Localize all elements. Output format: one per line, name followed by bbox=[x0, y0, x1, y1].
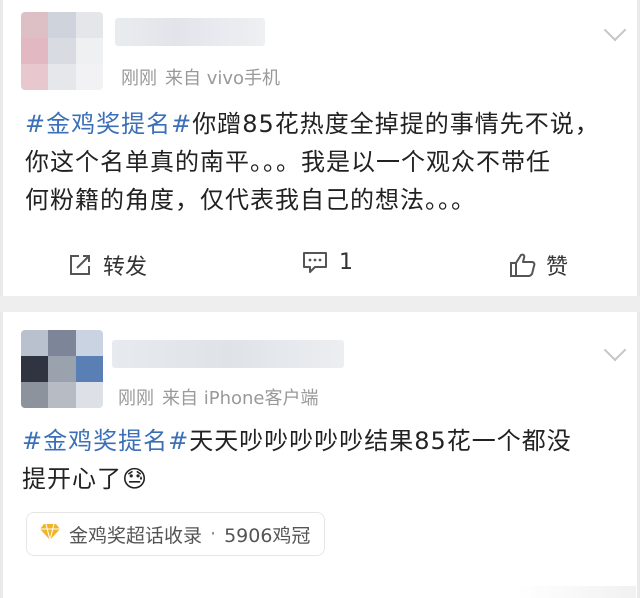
post-time: 刚刚 bbox=[121, 68, 157, 89]
username-blurred[interactable] bbox=[112, 340, 344, 368]
thumbs-up-icon bbox=[508, 252, 536, 278]
share-edit-icon bbox=[67, 252, 93, 278]
avatar[interactable] bbox=[21, 330, 103, 408]
supertopic-separator: · bbox=[210, 523, 217, 545]
post-text-line3: 何粉籍的角度，仅代表我自己的想法。。。 bbox=[25, 186, 476, 214]
bottom-edge-fade bbox=[516, 586, 636, 598]
post-body: #金鸡奖提名#你蹭85花热度全掉提的事情先不说， 你这个名单真的南平。。。我是以… bbox=[25, 105, 617, 219]
post-time: 刚刚 bbox=[118, 388, 154, 409]
diamond-icon bbox=[39, 523, 61, 546]
action-bar: 转发 1 赞 bbox=[3, 243, 637, 287]
supertopic-chip[interactable]: 金鸡奖超话收录 · 5906鸡冠 bbox=[26, 512, 326, 556]
post-meta: 刚刚 来自 iPhone客户端 bbox=[118, 384, 318, 410]
supertopic-label: 金鸡奖超话收录 bbox=[69, 524, 203, 547]
post-body: #金鸡奖提名#天天吵吵吵吵吵结果85花一个都没 提开心了😓 bbox=[22, 422, 620, 498]
post-source: 来自 vivo手机 bbox=[165, 68, 281, 89]
forward-label: 转发 bbox=[103, 255, 148, 280]
post-divider bbox=[0, 296, 640, 312]
avatar[interactable] bbox=[21, 12, 103, 90]
like-label: 赞 bbox=[546, 255, 569, 280]
supertopic-count: 5906鸡冠 bbox=[224, 524, 311, 547]
post-text-line1: 天天吵吵吵吵吵结果85花一个都没 bbox=[189, 427, 572, 455]
like-button[interactable]: 赞 bbox=[508, 249, 568, 281]
forward-button[interactable]: 转发 bbox=[67, 249, 147, 281]
post-text-line1: 你蹭85花热度全掉提的事情先不说， bbox=[192, 110, 600, 138]
topic-hashtag-link[interactable]: #金鸡奖提名# bbox=[22, 427, 189, 455]
post-meta: 刚刚 来自 vivo手机 bbox=[121, 64, 280, 90]
post-text-line2: 提开心了 bbox=[22, 465, 122, 493]
comment-button[interactable]: 1 bbox=[301, 249, 353, 275]
username-blurred[interactable] bbox=[115, 18, 265, 46]
feed-post-1: 刚刚 来自 vivo手机 #金鸡奖提名#你蹭85花热度全掉提的事情先不说， 你这个… bbox=[3, 0, 637, 296]
post-text-line2: 你这个名单真的南平。。。我是以一个观众不带任 bbox=[25, 148, 551, 176]
emoji-sweat: 😓 bbox=[122, 465, 149, 493]
post-source: 来自 iPhone客户端 bbox=[162, 388, 319, 409]
comment-count: 1 bbox=[339, 249, 353, 275]
topic-hashtag-link[interactable]: #金鸡奖提名# bbox=[25, 110, 192, 138]
chevron-down-icon[interactable] bbox=[603, 338, 627, 362]
chevron-down-icon[interactable] bbox=[603, 18, 627, 42]
comment-bubble-icon bbox=[301, 249, 329, 275]
